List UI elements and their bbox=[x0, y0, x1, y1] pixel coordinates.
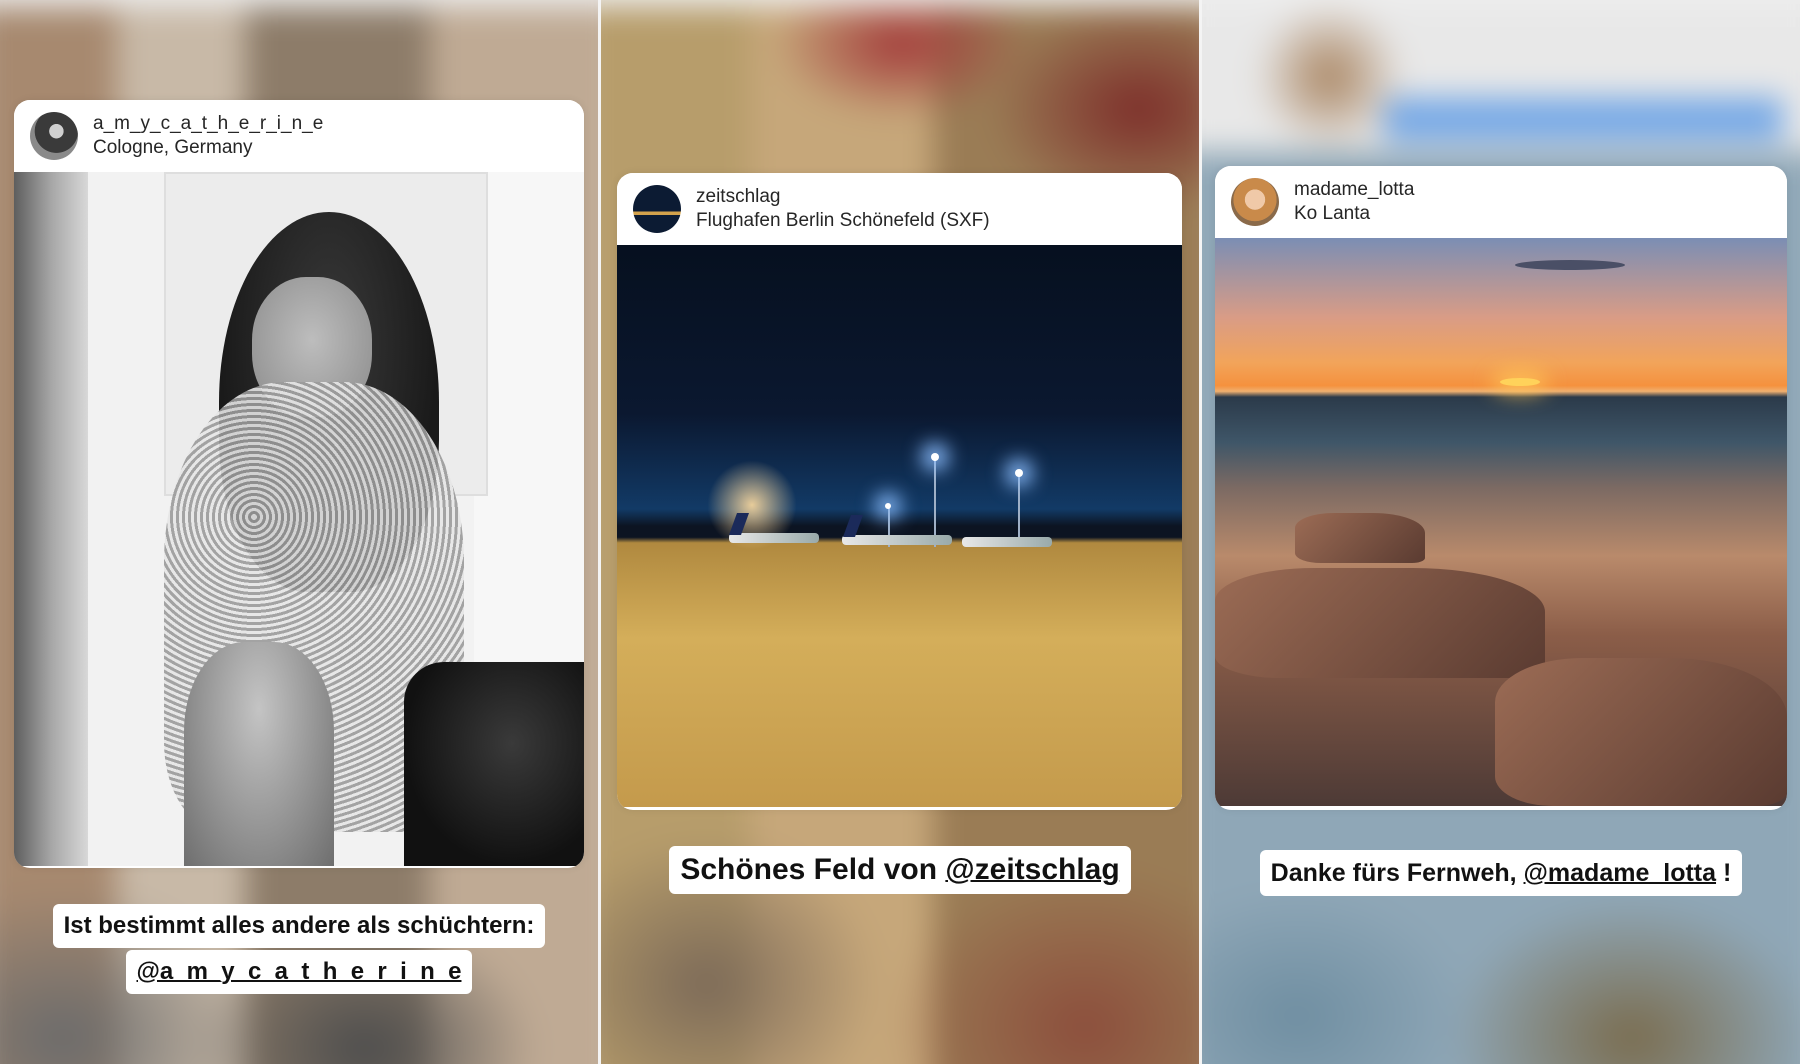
rock bbox=[1215, 568, 1545, 678]
post-card[interactable]: madame_lotta Ko Lanta bbox=[1215, 166, 1787, 810]
light-pole bbox=[1018, 473, 1020, 547]
post-location[interactable]: Flughafen Berlin Schönefeld (SXF) bbox=[696, 210, 990, 232]
post-photo[interactable] bbox=[1215, 238, 1787, 806]
floodlight bbox=[885, 503, 891, 509]
post-card[interactable]: a_m_y_c_a_t_h_e_r_i_n_e Cologne, Germany bbox=[14, 100, 584, 868]
post-photo[interactable] bbox=[617, 245, 1182, 807]
airplane bbox=[962, 537, 1052, 547]
floodlight bbox=[931, 453, 939, 461]
caption-text: Schönes Feld von bbox=[680, 853, 946, 886]
caption-suffix: ! bbox=[1716, 859, 1732, 887]
airplane bbox=[729, 533, 819, 543]
cloud bbox=[1515, 260, 1625, 270]
post-location[interactable]: Cologne, Germany bbox=[93, 137, 252, 159]
mention-link[interactable]: @zeitschlag bbox=[945, 853, 1119, 886]
mention-link[interactable]: @a_m_y_c_a_t_h_e_r_i_n_e bbox=[137, 958, 462, 985]
story-caption: Ist bestimmt alles andere als schüchtern… bbox=[0, 904, 598, 994]
mention-link[interactable]: @madame_lotta bbox=[1524, 859, 1717, 887]
caption-text: Danke fürs Fernweh, bbox=[1270, 859, 1524, 887]
curtain bbox=[14, 172, 88, 866]
caption-wrapper: Schönes Feld von @zeitschlag bbox=[669, 846, 1131, 894]
post-username[interactable]: madame_lotta bbox=[1294, 179, 1414, 201]
story-panel-1: a_m_y_c_a_t_h_e_r_i_n_e Cologne, Germany… bbox=[0, 0, 598, 1064]
airplane-tail bbox=[842, 515, 864, 537]
profile-photo-icon[interactable] bbox=[1231, 178, 1279, 226]
caption-mention-wrapper: @a_m_y_c_a_t_h_e_r_i_n_e bbox=[125, 950, 473, 994]
rock bbox=[1295, 513, 1425, 563]
post-username[interactable]: zeitschlag bbox=[696, 186, 781, 208]
profile-photo-icon[interactable] bbox=[30, 112, 78, 160]
story-panel-2: zeitschlag Flughafen Berlin Schönefeld (… bbox=[601, 0, 1199, 1064]
story-caption: Danke fürs Fernweh, @madame_lotta ! bbox=[1202, 850, 1800, 896]
sun bbox=[1500, 378, 1540, 386]
floodlight bbox=[1015, 469, 1023, 477]
caption-wrapper: Danke fürs Fernweh, @madame_lotta ! bbox=[1259, 850, 1743, 896]
profile-photo-icon[interactable] bbox=[633, 185, 681, 233]
rock bbox=[1495, 658, 1787, 806]
post-username[interactable]: a_m_y_c_a_t_h_e_r_i_n_e bbox=[93, 113, 323, 135]
post-header: a_m_y_c_a_t_h_e_r_i_n_e Cologne, Germany bbox=[14, 100, 584, 172]
post-photo[interactable] bbox=[14, 172, 584, 866]
post-header: madame_lotta Ko Lanta bbox=[1215, 166, 1787, 238]
body bbox=[184, 642, 334, 866]
airplane bbox=[842, 535, 952, 545]
story-caption: Schönes Feld von @zeitschlag bbox=[601, 846, 1199, 894]
caption-text: Ist bestimmt alles andere als schüchtern… bbox=[52, 904, 546, 948]
post-card[interactable]: zeitschlag Flughafen Berlin Schönefeld (… bbox=[617, 173, 1182, 810]
post-location[interactable]: Ko Lanta bbox=[1294, 203, 1370, 225]
post-header: zeitschlag Flughafen Berlin Schönefeld (… bbox=[617, 173, 1182, 245]
story-panel-3: madame_lotta Ko Lanta Danke fürs Fernweh… bbox=[1202, 0, 1800, 1064]
chair bbox=[404, 662, 584, 866]
light-pole bbox=[934, 457, 936, 547]
